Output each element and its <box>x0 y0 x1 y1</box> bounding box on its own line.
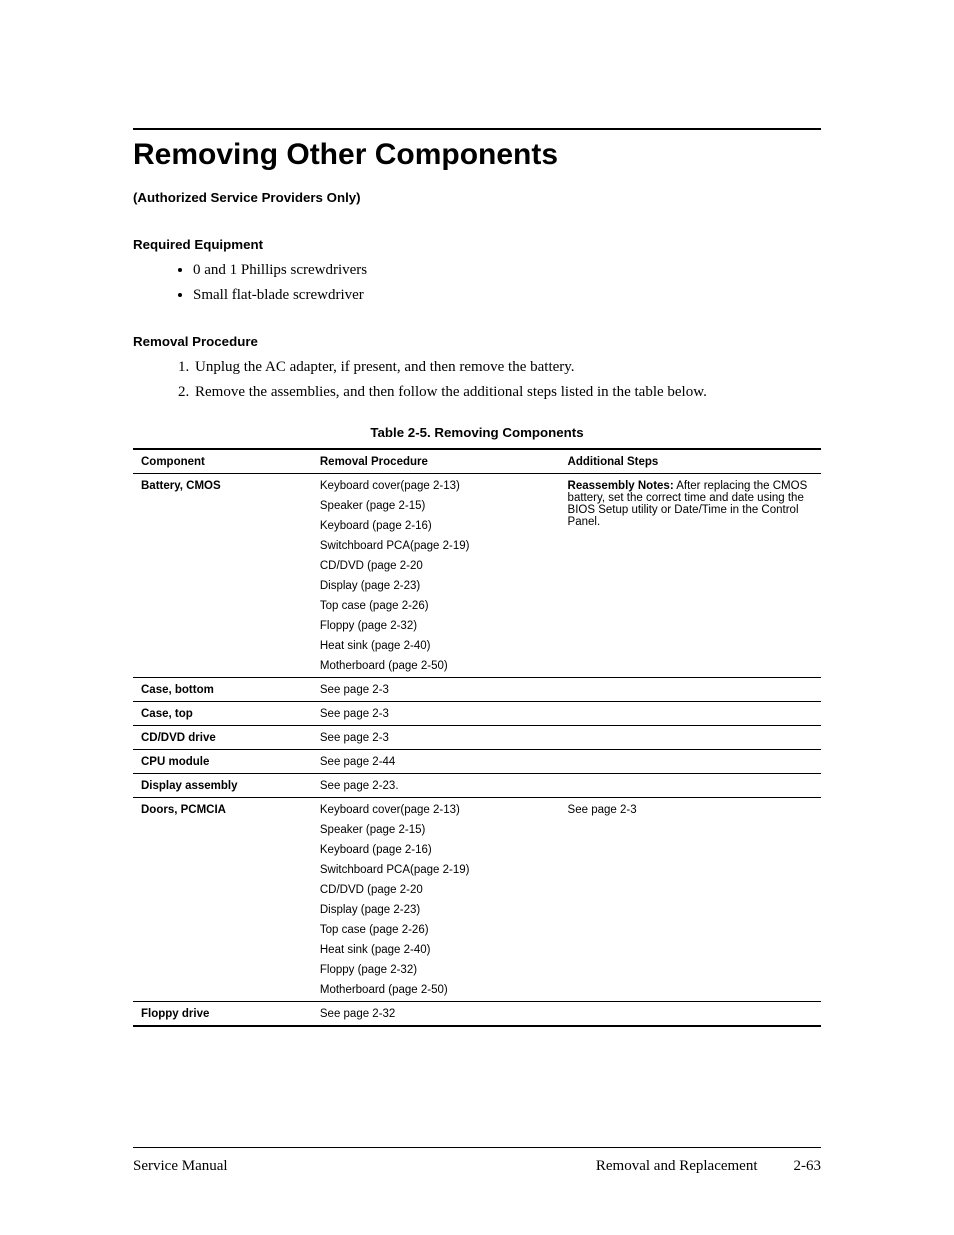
additional-text: See page 2-3 <box>568 804 637 816</box>
cell-component: Case, bottom <box>133 678 312 702</box>
subtitle: (Authorized Service Providers Only) <box>133 190 821 205</box>
table-row: Case, top See page 2-3 <box>133 702 821 726</box>
cell-additional: Reassembly Notes: After replacing the CM… <box>560 474 821 678</box>
cell-additional: See page 2-3 <box>560 798 821 1002</box>
cell-component: Doors, PCMCIA <box>133 798 312 1002</box>
procedure-line: Heat sink (page 2-40) <box>320 944 552 956</box>
page-footer: Service Manual Removal and Replacement 2… <box>133 1147 821 1175</box>
procedure-line: Keyboard cover(page 2-13) <box>320 804 552 816</box>
procedure-heading: Removal Procedure <box>133 334 821 349</box>
procedure-line: See page 2-3 <box>320 708 552 720</box>
table-caption: Table 2-5. Removing Components <box>133 425 821 440</box>
procedure-line: CD/DVD (page 2-20 <box>320 560 552 572</box>
cell-additional <box>560 750 821 774</box>
procedure-line: See page 2-3 <box>320 732 552 744</box>
cell-procedure: See page 2-3 <box>312 702 560 726</box>
page-title: Removing Other Components <box>133 138 821 172</box>
procedure-line: Motherboard (page 2-50) <box>320 984 552 996</box>
cell-component: CPU module <box>133 750 312 774</box>
cell-procedure: See page 2-3 <box>312 678 560 702</box>
procedure-line: Keyboard (page 2-16) <box>320 844 552 856</box>
procedure-line: See page 2-23. <box>320 780 552 792</box>
cell-procedure: See page 2-23. <box>312 774 560 798</box>
procedure-line: See page 2-3 <box>320 684 552 696</box>
cell-additional <box>560 726 821 750</box>
equipment-heading: Required Equipment <box>133 237 821 252</box>
procedure-line: Speaker (page 2-15) <box>320 500 552 512</box>
additional-bold-label: Reassembly Notes: <box>568 480 674 492</box>
cell-component: Display assembly <box>133 774 312 798</box>
cell-component: Floppy drive <box>133 1002 312 1027</box>
cell-component: Case, top <box>133 702 312 726</box>
procedure-line: Display (page 2-23) <box>320 904 552 916</box>
cell-procedure: Keyboard cover(page 2-13) Speaker (page 2… <box>312 474 560 678</box>
cell-additional <box>560 678 821 702</box>
col-header-procedure: Removal Procedure <box>312 449 560 474</box>
procedure-line: Keyboard cover(page 2-13) <box>320 480 552 492</box>
table-row: Floppy drive See page 2-32 <box>133 1002 821 1027</box>
procedure-line: Motherboard (page 2-50) <box>320 660 552 672</box>
col-header-component: Component <box>133 449 312 474</box>
procedure-line: Speaker (page 2-15) <box>320 824 552 836</box>
procedure-list: Unplug the AC adapter, if present, and t… <box>133 359 821 401</box>
procedure-line: See page 2-32 <box>320 1008 552 1020</box>
list-item: Small flat-blade screwdriver <box>193 287 821 304</box>
table-row: Display assembly See page 2-23. <box>133 774 821 798</box>
list-item: 0 and 1 Phillips screwdrivers <box>193 262 821 279</box>
procedure-line: Display (page 2-23) <box>320 580 552 592</box>
cell-procedure: See page 2-44 <box>312 750 560 774</box>
footer-page-number: 2-63 <box>794 1158 822 1175</box>
cell-procedure: See page 2-32 <box>312 1002 560 1027</box>
col-header-additional: Additional Steps <box>560 449 821 474</box>
components-table: Component Removal Procedure Additional S… <box>133 448 821 1027</box>
cell-procedure: See page 2-3 <box>312 726 560 750</box>
procedure-line: Top case (page 2-26) <box>320 600 552 612</box>
table-row: CD/DVD drive See page 2-3 <box>133 726 821 750</box>
table-row: Case, bottom See page 2-3 <box>133 678 821 702</box>
list-item: Unplug the AC adapter, if present, and t… <box>193 359 821 376</box>
procedure-line: Floppy (page 2-32) <box>320 620 552 632</box>
footer-left: Service Manual <box>133 1158 228 1175</box>
procedure-line: Switchboard PCA(page 2-19) <box>320 864 552 876</box>
procedure-line: See page 2-44 <box>320 756 552 768</box>
procedure-line: Switchboard PCA(page 2-19) <box>320 540 552 552</box>
table-row: Battery, CMOS Keyboard cover(page 2-13) Sp… <box>133 474 821 678</box>
procedure-line: Keyboard (page 2-16) <box>320 520 552 532</box>
cell-procedure: Keyboard cover(page 2-13) Speaker (page 2… <box>312 798 560 1002</box>
table-row: Doors, PCMCIA Keyboard cover(page 2-13) Sp… <box>133 798 821 1002</box>
table-row: CPU module See page 2-44 <box>133 750 821 774</box>
procedure-line: Heat sink (page 2-40) <box>320 640 552 652</box>
list-item: Remove the assemblies, and then follow t… <box>193 384 821 401</box>
procedure-line: CD/DVD (page 2-20 <box>320 884 552 896</box>
equipment-list: 0 and 1 Phillips screwdrivers Small flat… <box>133 262 821 304</box>
cell-additional <box>560 1002 821 1027</box>
cell-additional <box>560 774 821 798</box>
cell-component: CD/DVD drive <box>133 726 312 750</box>
procedure-line: Top case (page 2-26) <box>320 924 552 936</box>
cell-component: Battery, CMOS <box>133 474 312 678</box>
procedure-line: Floppy (page 2-32) <box>320 964 552 976</box>
footer-section: Removal and Replacement <box>596 1158 758 1175</box>
cell-additional <box>560 702 821 726</box>
horizontal-rule <box>133 128 821 130</box>
